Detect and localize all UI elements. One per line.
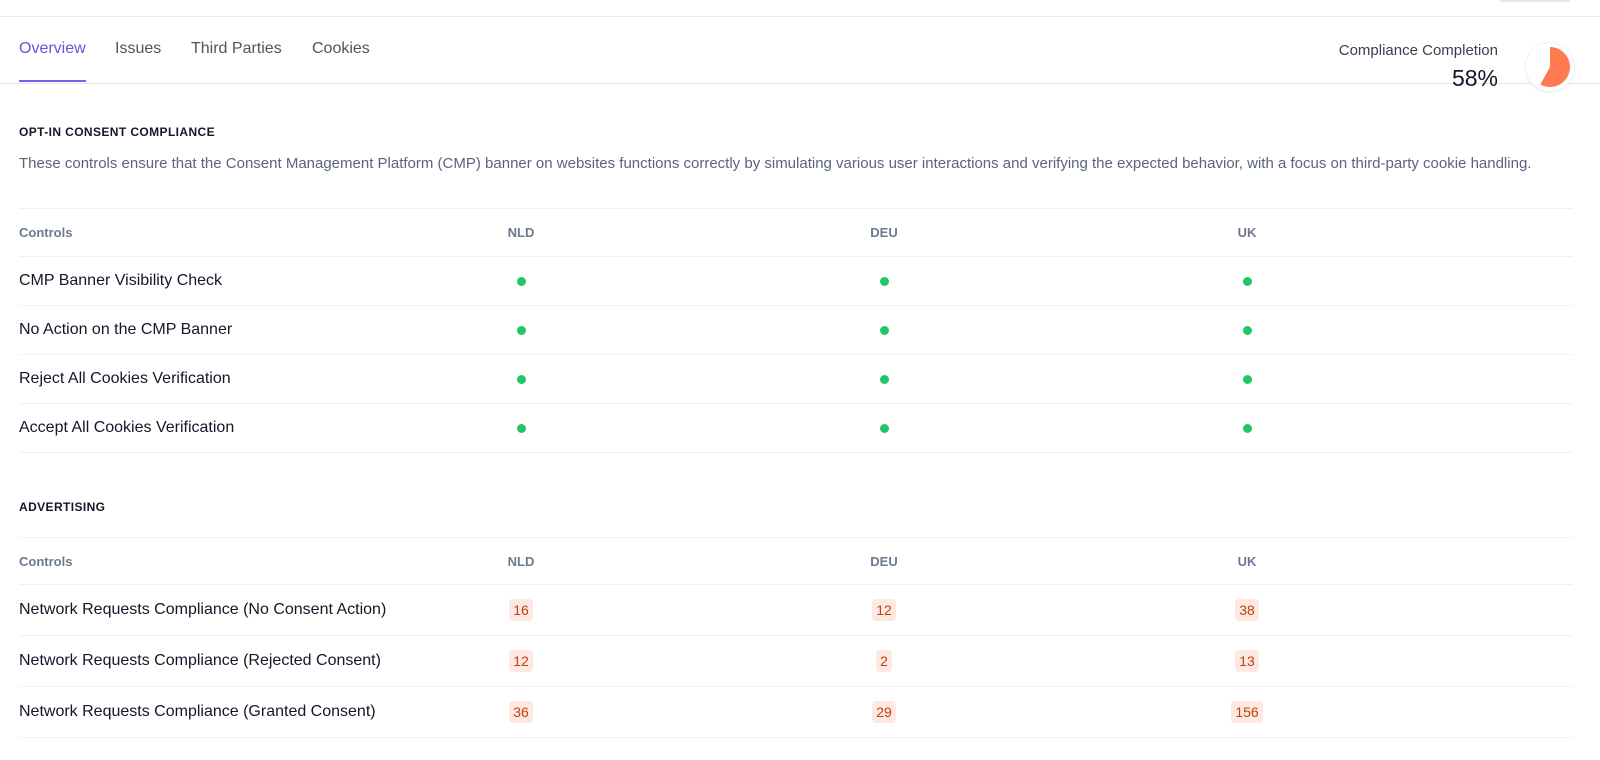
table-header-row: Controls NLD DEU UK bbox=[19, 537, 1573, 585]
control-label: Reject All Cookies Verification bbox=[19, 370, 231, 387]
status-cell bbox=[491, 306, 551, 354]
status-cell bbox=[854, 355, 914, 403]
column-header-nld: NLD bbox=[507, 553, 535, 569]
count-cell: 13 bbox=[1217, 636, 1277, 686]
status-pass-dot bbox=[879, 374, 889, 384]
status-pass-dot bbox=[516, 276, 526, 286]
compliance-completion-value: 58% bbox=[1451, 65, 1498, 91]
table-row: Network Requests Compliance (No Consent … bbox=[19, 585, 1573, 636]
column-header-uk: UK bbox=[1237, 225, 1257, 240]
status-pass-dot bbox=[879, 276, 889, 286]
count-cell: 12 bbox=[491, 636, 551, 686]
control-label: No Action on the CMP Banner bbox=[19, 321, 233, 338]
status-pass-dot bbox=[1242, 374, 1252, 384]
control-label: Network Requests Compliance (Granted Con… bbox=[19, 703, 376, 720]
status-pass-dot bbox=[516, 423, 526, 433]
table-header-row: Controls NLD DEU UK bbox=[19, 208, 1573, 257]
column-header-deu: DEU bbox=[870, 553, 898, 569]
top-bar bbox=[0, 0, 1600, 17]
count-cell: 29 bbox=[854, 687, 914, 737]
count-cell: 38 bbox=[1217, 585, 1277, 635]
status-pass-dot bbox=[879, 423, 889, 433]
column-header-nld: NLD bbox=[507, 225, 535, 240]
issue-count-badge[interactable]: 12 bbox=[509, 650, 533, 672]
column-header-deu: DEU bbox=[870, 225, 898, 240]
issue-count-badge[interactable]: 38 bbox=[1235, 599, 1259, 621]
status-cell bbox=[491, 257, 551, 305]
status-pass-dot bbox=[516, 325, 526, 335]
compliance-completion-pie bbox=[1526, 43, 1574, 91]
issue-count-badge[interactable]: 36 bbox=[509, 701, 533, 723]
column-header-controls: Controls bbox=[19, 225, 73, 240]
count-cell: 16 bbox=[491, 585, 551, 635]
status-pass-dot bbox=[1242, 325, 1252, 335]
status-pass-dot bbox=[1242, 276, 1252, 286]
tab-bar: Overview Issues Third Parties Cookies Co… bbox=[0, 17, 1600, 91]
section-title-advertising: ADVERTISING bbox=[19, 500, 106, 514]
count-cell: 2 bbox=[854, 636, 914, 686]
status-cell bbox=[1217, 404, 1277, 452]
issue-count-badge[interactable]: 13 bbox=[1235, 650, 1259, 672]
table-row: CMP Banner Visibility Check bbox=[19, 257, 1573, 306]
section-description-consent: These controls ensure that the Consent M… bbox=[19, 155, 1532, 172]
status-cell bbox=[1217, 257, 1277, 305]
tab-issues[interactable]: Issues bbox=[115, 40, 161, 80]
control-label: Network Requests Compliance (Rejected Co… bbox=[19, 652, 381, 669]
status-cell bbox=[854, 306, 914, 354]
column-header-uk: UK bbox=[1237, 553, 1257, 569]
tab-overview[interactable]: Overview bbox=[19, 40, 86, 82]
status-cell bbox=[1217, 355, 1277, 403]
issue-count-badge[interactable]: 29 bbox=[872, 701, 896, 723]
section-title-consent: OPT-IN CONSENT COMPLIANCE bbox=[19, 125, 216, 139]
compliance-completion-slice bbox=[1540, 47, 1570, 87]
advertising-table: Controls NLD DEU UK Network Requests Com… bbox=[19, 537, 1573, 738]
table-row: Accept All Cookies Verification bbox=[19, 404, 1573, 453]
table-row: No Action on the CMP Banner bbox=[19, 306, 1573, 355]
status-cell bbox=[491, 404, 551, 452]
issue-count-badge[interactable]: 2 bbox=[876, 650, 892, 672]
consent-table: Controls NLD DEU UK CMP Banner Visibilit… bbox=[19, 208, 1573, 453]
table-row: Reject All Cookies Verification bbox=[19, 355, 1573, 404]
tab-cookies[interactable]: Cookies bbox=[312, 40, 370, 80]
count-cell: 36 bbox=[491, 687, 551, 737]
status-pass-dot bbox=[1242, 423, 1252, 433]
status-cell bbox=[491, 355, 551, 403]
status-cell bbox=[1217, 306, 1277, 354]
top-bar-edge bbox=[1500, 0, 1570, 2]
control-label: Network Requests Compliance (No Consent … bbox=[19, 601, 387, 618]
table-row: Network Requests Compliance (Granted Con… bbox=[19, 687, 1573, 738]
compliance-completion-label: Compliance Completion bbox=[1338, 42, 1498, 59]
control-label: Accept All Cookies Verification bbox=[19, 419, 235, 436]
count-cell: 12 bbox=[854, 585, 914, 635]
column-header-controls: Controls bbox=[19, 553, 73, 569]
tab-third-parties[interactable]: Third Parties bbox=[191, 40, 282, 80]
issue-count-badge[interactable]: 16 bbox=[509, 599, 533, 621]
status-pass-dot bbox=[516, 374, 526, 384]
count-cell: 156 bbox=[1217, 687, 1277, 737]
status-cell bbox=[854, 404, 914, 452]
status-pass-dot bbox=[879, 325, 889, 335]
status-cell bbox=[854, 257, 914, 305]
control-label: CMP Banner Visibility Check bbox=[19, 272, 223, 289]
issue-count-badge[interactable]: 12 bbox=[872, 599, 896, 621]
table-row: Network Requests Compliance (Rejected Co… bbox=[19, 636, 1573, 687]
issue-count-badge[interactable]: 156 bbox=[1231, 701, 1263, 723]
